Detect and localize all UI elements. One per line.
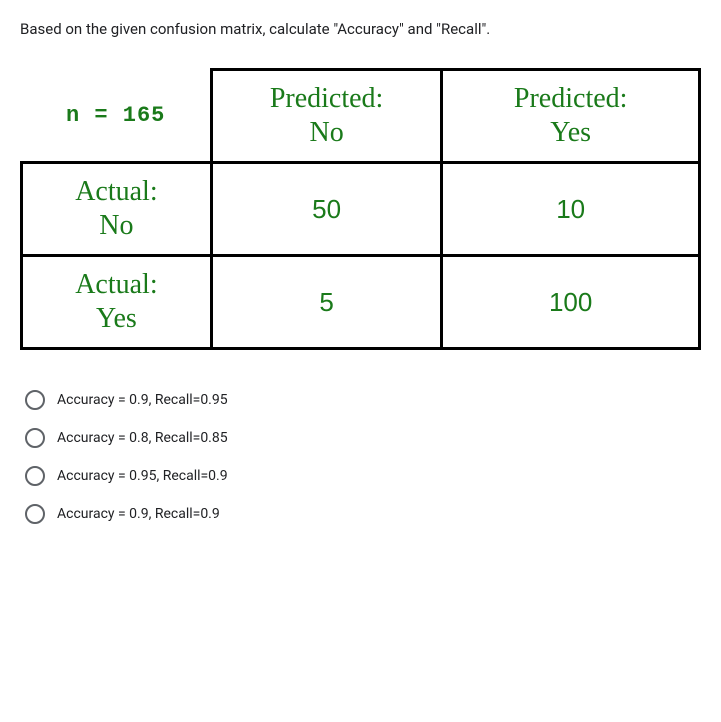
row-header-actual-yes: Actual: Yes (23, 257, 210, 347)
pred-value-1: No (309, 116, 343, 150)
option-3-label: Accuracy = 0.95, Recall=0.9 (57, 468, 228, 484)
matrix-n-cell: n = 165 (22, 70, 210, 160)
value-fn: 5 (319, 287, 333, 318)
value-fp: 10 (556, 194, 585, 225)
actual-label-1: Actual: (75, 175, 157, 209)
radio-icon (25, 466, 45, 486)
radio-icon (25, 504, 45, 524)
col-header-predicted-yes: Predicted: Yes (443, 71, 698, 161)
cell-fp: 10 (443, 164, 698, 254)
option-1-label: Accuracy = 0.9, Recall=0.95 (57, 392, 228, 408)
option-3[interactable]: Accuracy = 0.95, Recall=0.9 (25, 466, 701, 486)
cell-tp: 100 (443, 257, 698, 347)
actual-value-2: Yes (96, 302, 137, 336)
radio-icon (25, 428, 45, 448)
actual-value-1: No (99, 209, 133, 243)
cell-fn: 5 (213, 257, 441, 347)
pred-label-2: Predicted: (514, 82, 628, 116)
col-header-predicted-no: Predicted: No (213, 71, 441, 161)
option-2-label: Accuracy = 0.8, Recall=0.85 (57, 430, 228, 446)
radio-icon (25, 390, 45, 410)
pred-label-1: Predicted: (270, 82, 384, 116)
option-2[interactable]: Accuracy = 0.8, Recall=0.85 (25, 428, 701, 448)
question-text: Based on the given confusion matrix, cal… (20, 20, 701, 38)
value-tn: 50 (312, 194, 341, 225)
actual-label-2: Actual: (75, 268, 157, 302)
option-1[interactable]: Accuracy = 0.9, Recall=0.95 (25, 390, 701, 410)
confusion-matrix: n = 165 Predicted: No Predicted: Yes Act… (20, 68, 701, 350)
pred-value-2: Yes (550, 116, 591, 150)
answer-options: Accuracy = 0.9, Recall=0.95 Accuracy = 0… (20, 390, 701, 524)
value-tp: 100 (549, 287, 592, 318)
n-value: n = 165 (66, 103, 165, 128)
option-4[interactable]: Accuracy = 0.9, Recall=0.9 (25, 504, 701, 524)
option-4-label: Accuracy = 0.9, Recall=0.9 (57, 506, 220, 522)
cell-tn: 50 (213, 164, 441, 254)
row-header-actual-no: Actual: No (23, 164, 210, 254)
